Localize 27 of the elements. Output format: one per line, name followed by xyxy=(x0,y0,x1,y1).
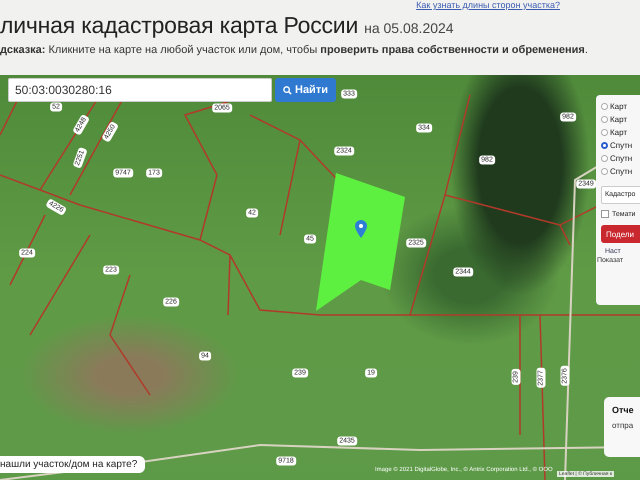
selected-parcel[interactable] xyxy=(316,173,405,311)
page-title: личная кадастровая карта России xyxy=(0,12,358,39)
layer-radio[interactable] xyxy=(601,168,608,175)
search-icon xyxy=(283,86,292,94)
cadastral-number-input[interactable]: 50:03:0030280:16 xyxy=(8,78,272,102)
location-pin-icon xyxy=(355,220,367,238)
layer-label: Спутн xyxy=(610,167,632,176)
found-parcel-prompt[interactable]: нашли участок/дом на карте? xyxy=(0,456,146,473)
report-text: отпра xyxy=(612,421,634,430)
report-card[interactable]: Отче отпра xyxy=(604,397,640,457)
share-button[interactable]: Подели xyxy=(601,225,640,243)
date-text: на 05.08.2024 xyxy=(364,20,454,36)
layer-label: Карт xyxy=(610,115,628,124)
layer-radio[interactable] xyxy=(601,129,608,136)
report-title: Отче xyxy=(612,405,635,415)
help-link[interactable]: Как узнать длины сторон участка? xyxy=(416,0,560,14)
thematic-checkbox[interactable] xyxy=(601,210,609,218)
layer-label: Карт xyxy=(610,128,628,137)
layer-label: Карт xyxy=(610,102,628,111)
layer-label: Спутн xyxy=(610,141,632,150)
layer-label: Спутн xyxy=(610,154,632,163)
layer-radio[interactable] xyxy=(601,116,608,123)
layer-radio[interactable] xyxy=(601,155,608,162)
layer-radio[interactable] xyxy=(601,142,608,149)
hint-text: дсказка: Кликните на карте на любой участок или дом, чтобы проверить права собственности и обременения. xyxy=(0,44,589,56)
layer-radio[interactable] xyxy=(601,103,608,110)
find-button[interactable]: Найти xyxy=(275,78,336,102)
